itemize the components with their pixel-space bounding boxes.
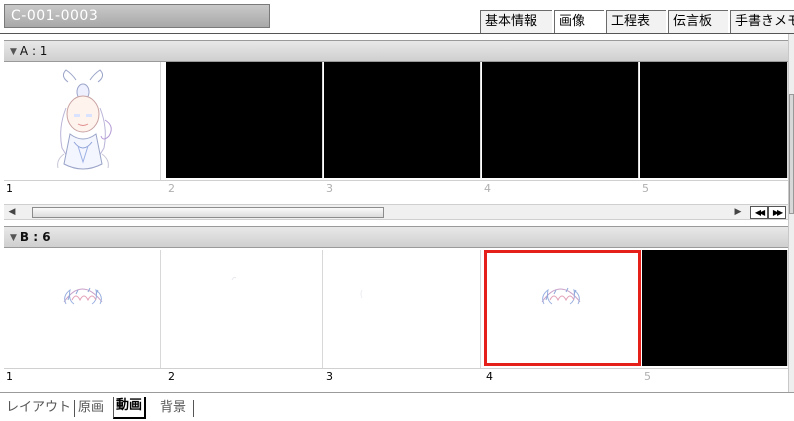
frame-number: 4 bbox=[486, 370, 493, 383]
cut-title: C-001-0003 bbox=[4, 4, 270, 28]
hair-drawing-thumbnail bbox=[63, 287, 103, 305]
frame-number: 5 bbox=[644, 370, 651, 383]
frame-number-bar: 1 2 3 4 5 bbox=[4, 368, 788, 384]
title-bar: C-001-0003 基本情報 画像 工程表 伝言板 手書きメモ bbox=[0, 0, 794, 33]
tab-label: 手書きメモ bbox=[735, 14, 794, 29]
horizontal-scrollbar[interactable]: ◀ ▶ ◀◀ ▶▶ bbox=[4, 204, 788, 220]
frame-number: 2 bbox=[168, 370, 175, 383]
tab-label: 基本情報 bbox=[485, 14, 538, 29]
frame-number: 2 bbox=[168, 182, 175, 195]
hair-drawing-thumbnail bbox=[541, 287, 581, 305]
faint-sketch-thumbnail bbox=[360, 289, 363, 299]
tab-in-between[interactable]: 動画 bbox=[113, 397, 147, 419]
tab-separator bbox=[193, 400, 194, 417]
thumbnail-cell[interactable] bbox=[640, 62, 788, 178]
character-drawing-thumbnail bbox=[57, 69, 112, 170]
divider bbox=[0, 33, 794, 34]
jump-last-icon[interactable]: ▶▶ bbox=[768, 206, 786, 219]
tab-handwritten-memo[interactable]: 手書きメモ bbox=[730, 10, 794, 33]
frame-number: 3 bbox=[326, 182, 333, 195]
thumbnail-cell[interactable] bbox=[642, 250, 788, 366]
group-header-b[interactable]: ▼ B : 6 bbox=[4, 226, 788, 248]
thumbnail-cell[interactable] bbox=[482, 62, 639, 178]
thumbnail-cell-selected[interactable] bbox=[484, 250, 641, 366]
tab-label: 工程表 bbox=[611, 14, 651, 29]
group-header-a[interactable]: ▼ A : 1 bbox=[4, 40, 788, 62]
faint-sketch-thumbnail bbox=[231, 276, 237, 281]
collapse-triangle-icon[interactable]: ▼ bbox=[10, 228, 17, 248]
frame-number: 3 bbox=[326, 370, 333, 383]
thumbnail-cell[interactable]: 2 bbox=[166, 250, 323, 384]
thumbnail-cell[interactable] bbox=[166, 62, 323, 178]
thumbnail-row-b: 1 2 3 1 2 3 4 5 bbox=[4, 250, 788, 392]
thumbnail-cell[interactable]: 1 bbox=[4, 62, 161, 196]
group-label: B : 6 bbox=[19, 230, 51, 244]
scrollbar-thumb[interactable] bbox=[32, 207, 384, 218]
thumbnail-cell[interactable]: 1 bbox=[4, 250, 161, 384]
tab-background[interactable]: 背景 bbox=[160, 399, 186, 419]
frame-number: 1 bbox=[6, 370, 13, 383]
tab-message-board[interactable]: 伝言板 bbox=[668, 10, 728, 33]
vertical-scrollbar-thumb[interactable] bbox=[789, 94, 794, 214]
scroll-right-arrow-icon[interactable]: ▶ bbox=[732, 206, 744, 219]
thumbnail-cell[interactable] bbox=[324, 62, 481, 178]
tab-label: 伝言板 bbox=[673, 14, 713, 29]
frame-number: 4 bbox=[484, 182, 491, 195]
frame-number: 1 bbox=[6, 182, 13, 195]
frame-number: 5 bbox=[642, 182, 649, 195]
thumbnail-cell[interactable]: 3 bbox=[324, 250, 481, 384]
thumbnail-row-a: 1 1 2 3 4 5 bbox=[4, 62, 788, 204]
bottom-tab-bar: レイアウト 原画 動画 背景 bbox=[0, 392, 794, 421]
collapse-triangle-icon[interactable]: ▼ bbox=[10, 42, 17, 62]
tab-separator bbox=[74, 400, 75, 417]
frame-number-bar: 1 2 3 4 5 bbox=[4, 180, 788, 196]
vertical-scrollbar[interactable] bbox=[788, 34, 794, 404]
group-label: A : 1 bbox=[19, 44, 48, 58]
tab-strip: 基本情報 画像 工程表 伝言板 手書きメモ bbox=[470, 10, 794, 33]
tab-images[interactable]: 画像 bbox=[554, 10, 604, 33]
tab-layout[interactable]: レイアウト bbox=[6, 399, 71, 419]
tab-schedule[interactable]: 工程表 bbox=[606, 10, 666, 33]
tab-basic-info[interactable]: 基本情報 bbox=[480, 10, 552, 33]
tab-label: 画像 bbox=[559, 14, 586, 29]
scroll-left-arrow-icon[interactable]: ◀ bbox=[6, 206, 18, 219]
tab-key-animation[interactable]: 原画 bbox=[78, 399, 104, 419]
jump-first-icon[interactable]: ◀◀ bbox=[750, 206, 768, 219]
